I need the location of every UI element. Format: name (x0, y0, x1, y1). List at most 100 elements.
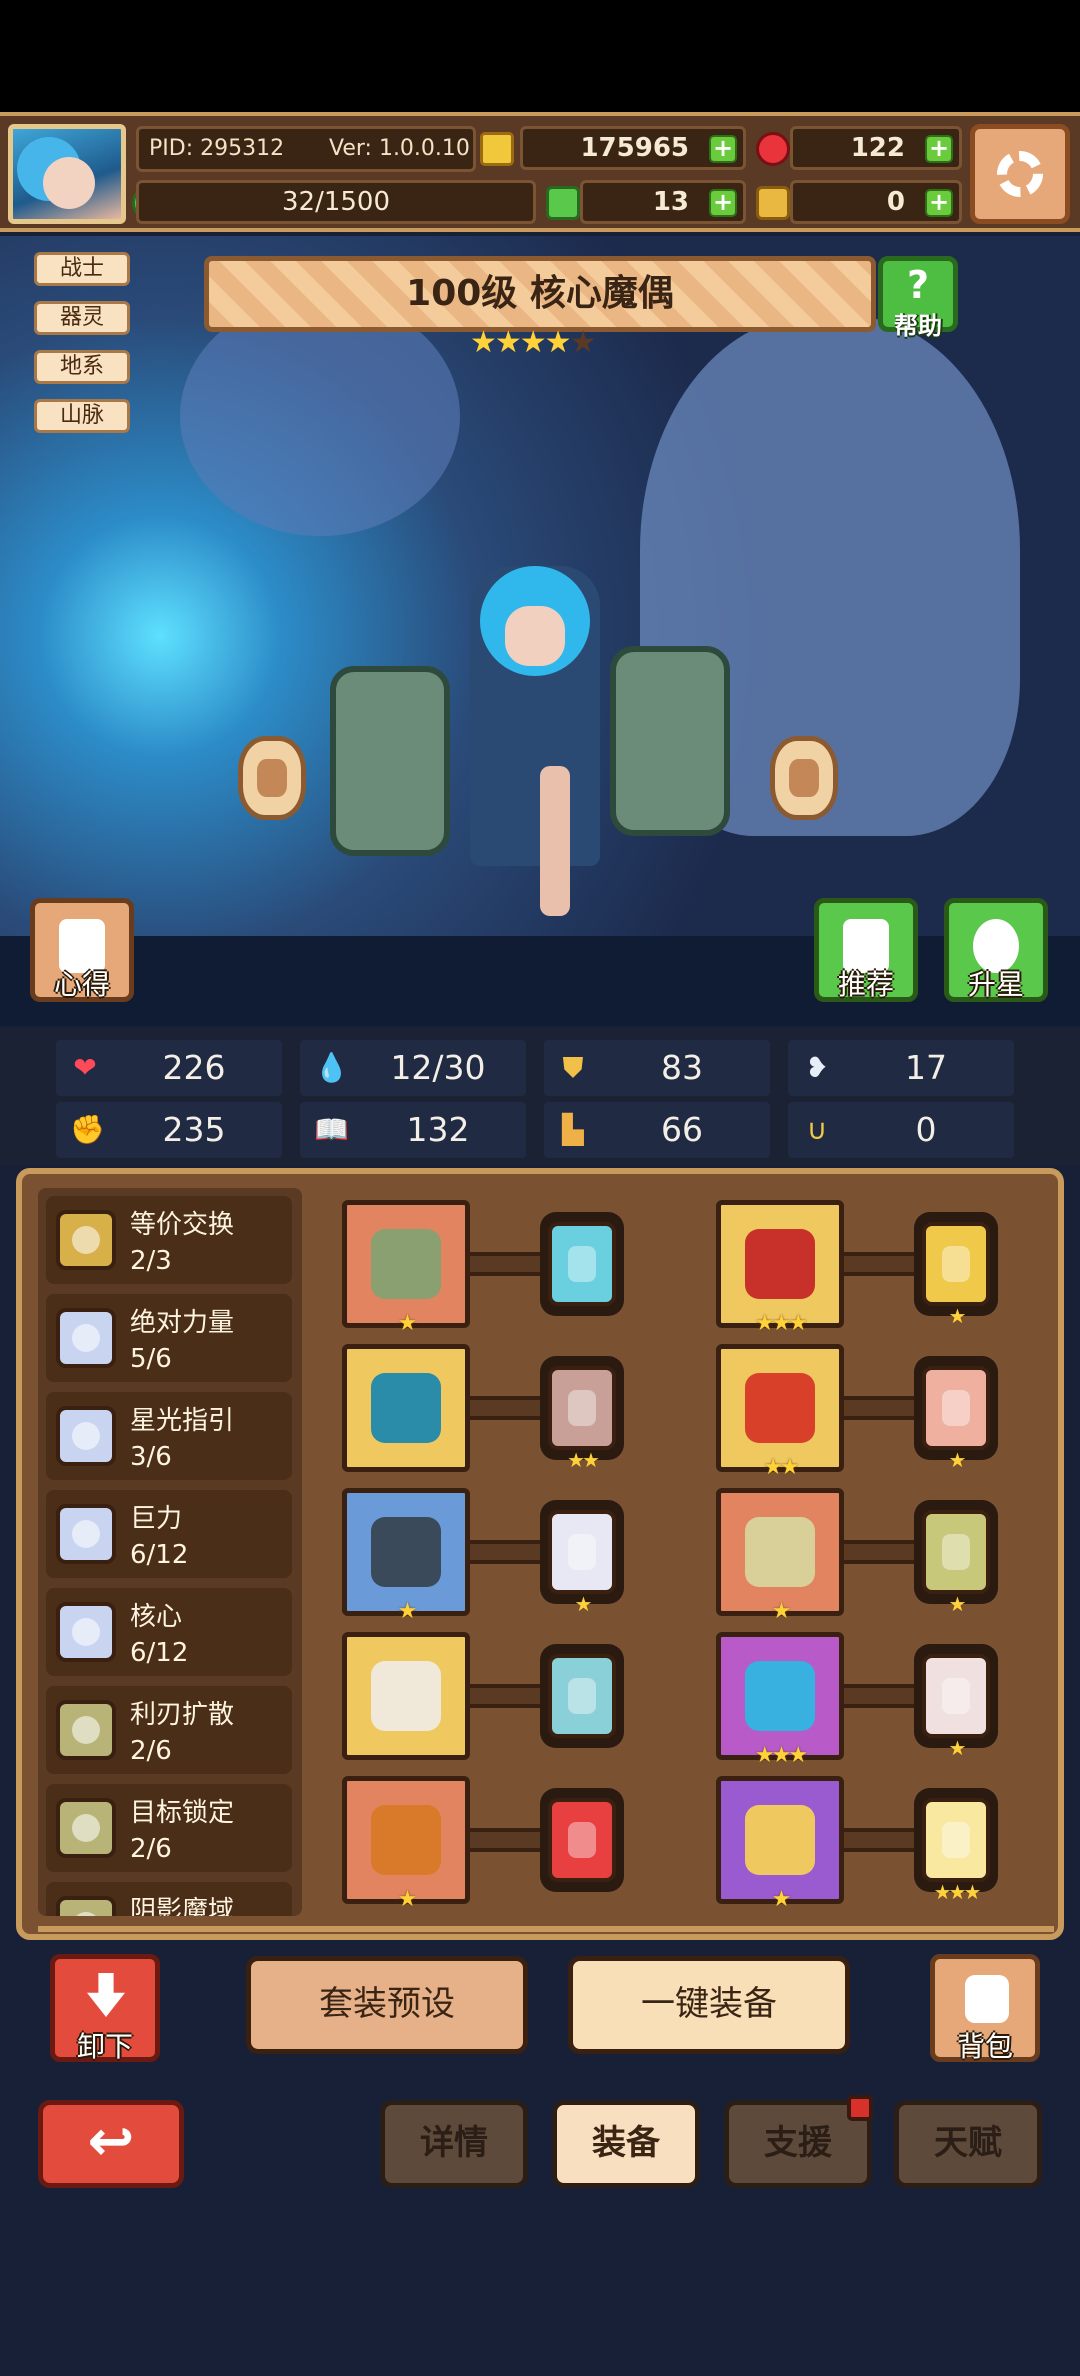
top-bar: PID: 295312 Ver: 1.0.0.10 175965 + 122 +… (0, 112, 1080, 232)
rune-icon (548, 1654, 616, 1738)
slot-link (470, 1396, 540, 1420)
set-bonus-item[interactable]: 目标锁定 2/6 (46, 1784, 292, 1872)
energy-value: 32/1500 (281, 187, 390, 217)
item-stars: ★★★ (754, 1311, 808, 1336)
rune-slot[interactable]: ★ (914, 1500, 998, 1614)
set-preset-button[interactable]: 套装预设 (246, 1956, 528, 2054)
tab-details[interactable]: 详情 (380, 2100, 528, 2188)
equip-slot-cape[interactable]: ★★ (716, 1344, 844, 1479)
set-bonus-item[interactable]: 等价交换 2/3 (46, 1196, 292, 1284)
rune-slot[interactable]: ★ (914, 1644, 998, 1758)
rune-slot[interactable] (540, 1644, 624, 1748)
wing-icon: ❥ (805, 1051, 829, 1084)
upstar-button[interactable]: 升星 (944, 898, 1048, 1002)
set-bonus-item[interactable]: 绝对力量 5/6 (46, 1294, 292, 1382)
set-badge-icon (56, 1504, 116, 1564)
player-info: PID: 295312 Ver: 1.0.0.10 (136, 126, 476, 172)
equip-slot-sword[interactable]: ★ (342, 1200, 470, 1335)
slot-link (844, 1828, 914, 1852)
unload-button[interactable]: 卸下 (50, 1954, 160, 2063)
equip-slot-feather[interactable]: ★ (716, 1488, 844, 1623)
tag-element[interactable]: 地系 (34, 350, 130, 384)
hero-tags: 战士 器灵 地系 山脉 (34, 252, 130, 448)
ring-icon (745, 1661, 815, 1731)
previous-hero-arrow[interactable] (238, 736, 306, 820)
water-drop-icon: 💧 (314, 1051, 349, 1084)
stat-horseshoe: ∪ 0 (788, 1102, 1014, 1158)
rune-slot[interactable]: ★ (540, 1500, 624, 1614)
equip-slot-shield[interactable] (342, 1344, 470, 1472)
slot-link (844, 1684, 914, 1708)
recommend-button[interactable]: 推荐 (814, 898, 918, 1002)
clover-icon (546, 186, 580, 220)
rune-stars: ★ (574, 1592, 593, 1616)
tag-type[interactable]: 器灵 (34, 301, 130, 335)
help-label: 帮助 (894, 312, 942, 340)
equip-slot-necklace[interactable]: ★ (342, 1488, 470, 1623)
set-bonus-item[interactable]: 星光指引 3/6 (46, 1392, 292, 1480)
set-bonus-list[interactable]: 等价交换 2/3 绝对力量 5/6 星光指引 3/6 巨力 6/12 核心 6/12 利刃扩散 2/6… (38, 1188, 302, 1916)
gold-value: 175965 (580, 133, 689, 163)
feather-icon (745, 1517, 815, 1587)
rune-slot[interactable]: ★★ (540, 1356, 624, 1470)
slot-link (844, 1252, 914, 1276)
add-feather-button[interactable]: + (925, 189, 953, 217)
horseshoe-icon: ∪ (806, 1113, 828, 1146)
rune-stars: ★ (948, 1448, 967, 1472)
insight-button[interactable]: 心得 (30, 898, 134, 1002)
next-hero-arrow[interactable] (770, 736, 838, 820)
equip-slot-boots[interactable]: ★ (716, 1776, 844, 1911)
settings-button[interactable] (970, 124, 1070, 224)
player-avatar[interactable] (8, 124, 126, 224)
rune-slot[interactable]: ★★★ (914, 1788, 998, 1902)
item-stars: ★★ (763, 1455, 799, 1480)
equip-slot-chest-armor[interactable]: ★★★ (716, 1200, 844, 1335)
question-icon: ? (906, 263, 930, 307)
rune-slot[interactable] (540, 1788, 624, 1892)
tag-class[interactable]: 战士 (34, 252, 130, 286)
set-progress: 6/12 (130, 1638, 189, 1668)
slot-link (470, 1252, 540, 1276)
book-icon: 📖 (314, 1113, 349, 1146)
set-bonus-item[interactable]: 巨力 6/12 (46, 1490, 292, 1578)
tab-talent[interactable]: 天赋 (894, 2100, 1042, 2188)
tab-equipment[interactable]: 装备 (552, 2100, 700, 2188)
set-progress: 3/6 (130, 1442, 172, 1472)
add-gold-button[interactable]: + (709, 135, 737, 163)
set-bonus-item[interactable]: 核心 6/12 (46, 1588, 292, 1676)
rune-icon (548, 1366, 616, 1450)
ruby-icon (756, 132, 790, 166)
bag-button[interactable]: 背包 (930, 1954, 1040, 2063)
item-stars: ★ (397, 1599, 418, 1624)
help-button[interactable]: ? 帮助 (878, 256, 958, 340)
set-badge-icon (56, 1896, 116, 1916)
equip-slot-belt[interactable]: ★ (342, 1776, 470, 1911)
fist-icon: ✊ (70, 1113, 105, 1146)
stat-fist: ✊ 235 (56, 1102, 282, 1158)
tab-support[interactable]: 支援 (724, 2095, 873, 2188)
rune-slot[interactable]: ★ (914, 1212, 998, 1326)
add-ruby-button[interactable]: + (925, 135, 953, 163)
rune-icon (922, 1222, 990, 1306)
set-bonus-item[interactable]: 阴影魔域 (46, 1882, 292, 1916)
tag-terrain[interactable]: 山脉 (34, 399, 130, 433)
set-badge-icon (56, 1700, 116, 1760)
slot-link (844, 1540, 914, 1564)
rune-icon (548, 1510, 616, 1594)
status-bar (0, 0, 1080, 112)
rune-slot[interactable]: ★ (914, 1356, 998, 1470)
back-button[interactable]: ↩ (38, 2100, 184, 2188)
rune-slot[interactable] (540, 1212, 624, 1316)
rune-icon (548, 1222, 616, 1306)
upstar-label: 升星 (967, 968, 1024, 1001)
set-bonus-item[interactable]: 利刃扩散 2/6 (46, 1686, 292, 1774)
set-progress: 2/6 (130, 1736, 172, 1766)
equip-slot-helmet[interactable] (342, 1632, 470, 1760)
equip-slot-ring[interactable]: ★★★ (716, 1632, 844, 1767)
rune-stars: ★ (948, 1592, 967, 1616)
backpack-icon (965, 1975, 1009, 2023)
set-name: 利刃扩散 (130, 1700, 235, 1730)
equip-all-button[interactable]: 一键装备 (568, 1956, 850, 2054)
item-stars: ★ (397, 1887, 418, 1912)
add-clover-button[interactable]: + (709, 189, 737, 217)
